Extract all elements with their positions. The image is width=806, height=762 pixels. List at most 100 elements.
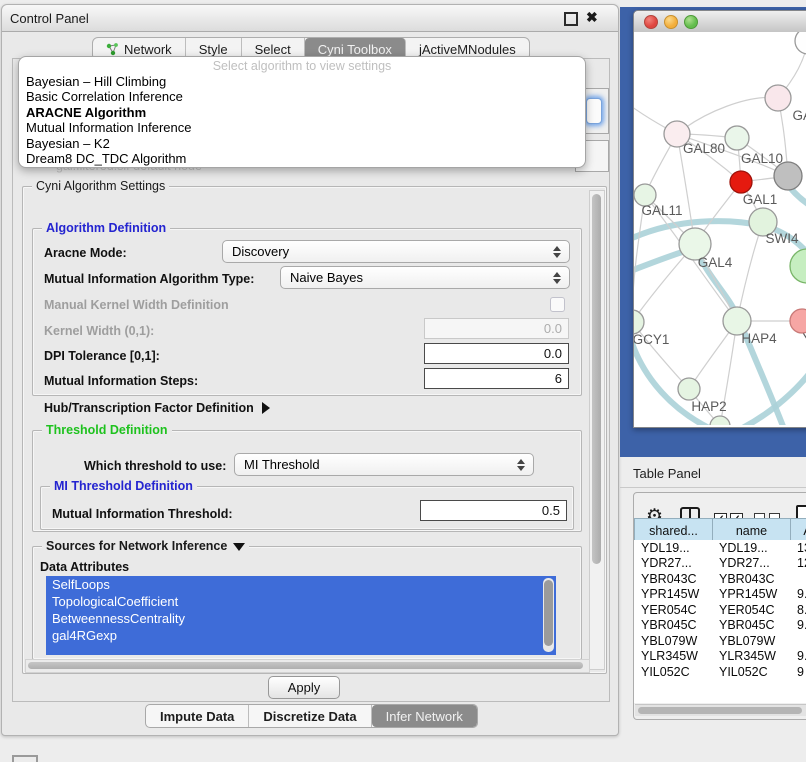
algorithm-definition-title: Algorithm Definition xyxy=(42,221,170,235)
algorithm-option[interactable]: Bayesian – K2 xyxy=(19,136,585,151)
attributes-list-scrollbar[interactable] xyxy=(543,578,554,652)
hub-section-toggle[interactable]: Hub/Transcription Factor Definition xyxy=(44,401,270,415)
settings-scrollbar-thumb[interactable] xyxy=(592,194,601,564)
screen: Control Panel ✖ NetworkStyleSelectCyni T… xyxy=(0,0,806,762)
table-cell: YIL052C xyxy=(634,664,712,680)
network-node[interactable] xyxy=(790,249,806,283)
tab-label: jActiveMNodules xyxy=(419,42,516,57)
table-cell: 9 xyxy=(790,664,806,680)
tab-label: Select xyxy=(255,42,291,57)
table-row[interactable]: YDR27...YDR27...12 xyxy=(634,556,806,572)
panel-divider xyxy=(620,487,806,488)
network-node-label: SWI4 xyxy=(765,231,798,246)
algorithm-option[interactable]: ARACNE Algorithm xyxy=(19,105,585,120)
node-table-body: YDL19...YDL19...13YDR27...YDR27...12YBR0… xyxy=(634,540,806,703)
dpi-tolerance-field[interactable]: 0.0 xyxy=(424,343,569,364)
kernel-width-field[interactable]: 0.0 xyxy=(424,318,569,339)
table-cell: YLR345W xyxy=(712,649,790,665)
settings-hscrollbar-thumb[interactable] xyxy=(28,662,583,669)
table-row[interactable]: YLR345WYLR345W9. xyxy=(634,649,806,665)
table-cell xyxy=(790,633,806,649)
table-panel-title: Table Panel xyxy=(633,466,701,481)
network-icon xyxy=(106,43,119,56)
focused-combo-button[interactable] xyxy=(586,98,602,124)
network-node-label: GAL80 xyxy=(683,141,725,156)
table-hscrollbar-thumb[interactable] xyxy=(638,707,802,714)
network-edge[interactable] xyxy=(677,97,778,134)
tab-impute-data[interactable]: Impute Data xyxy=(146,705,249,727)
tab-infer-network[interactable]: Infer Network xyxy=(372,705,477,727)
table-cell: YLR345W xyxy=(634,649,712,665)
data-attributes-list: SelfLoopsTopologicalCoefficientBetweenne… xyxy=(46,576,556,655)
combo-arrows-icon xyxy=(549,272,569,284)
table-row[interactable]: YPR145WYPR145W9. xyxy=(634,587,806,603)
close-icon[interactable]: ✖ xyxy=(586,9,598,26)
network-node-gal[interactable] xyxy=(765,85,791,111)
table-row[interactable]: YIL052CYIL052C9 xyxy=(634,664,806,680)
sources-group-toggle[interactable]: Sources for Network Inference xyxy=(42,539,249,553)
tab-label: Network xyxy=(124,42,172,57)
attribute-list-item[interactable]: gal4RGexp xyxy=(46,627,556,644)
aracne-mode-combo[interactable]: Discovery xyxy=(222,240,570,263)
network-canvas[interactable]: GALGAL80GAL10GAL1GAL11SWI4GAL4GCY1HAP4YH… xyxy=(634,32,806,425)
algorithm-option[interactable]: Bayesian – Hill Climbing xyxy=(19,74,585,89)
window-title: Control Panel xyxy=(10,11,89,26)
mi-type-combo[interactable]: Naive Bayes xyxy=(280,266,570,289)
network-node-y[interactable] xyxy=(790,309,806,333)
algorithm-option[interactable]: Basic Correlation Inference xyxy=(19,89,585,104)
table-cell: 9. xyxy=(790,649,806,665)
table-cell: YDR27... xyxy=(634,556,712,572)
table-row[interactable]: YBL079WYBL079W xyxy=(634,633,806,649)
attribute-list-item[interactable]: BetweennessCentrality xyxy=(46,610,556,627)
table-cell: 9. xyxy=(790,618,806,634)
corner-widget[interactable] xyxy=(12,755,38,762)
attribute-list-item[interactable]: TopologicalCoefficient xyxy=(46,593,556,610)
mi-steps-field[interactable]: 6 xyxy=(424,368,569,389)
table-cell: YDL19... xyxy=(634,540,712,556)
table-row[interactable]: YDL19...YDL19...13 xyxy=(634,540,806,556)
table-cell: YER054C xyxy=(634,602,712,618)
table-cell: YBR045C xyxy=(634,618,712,634)
table-cell: YER054C xyxy=(712,602,790,618)
mi-threshold-field[interactable]: 0.5 xyxy=(420,500,567,521)
zoom-traffic-light-icon[interactable] xyxy=(684,15,698,29)
table-cell: YPR145W xyxy=(712,587,790,603)
float-window-icon[interactable] xyxy=(564,12,578,26)
kernel-width-label: Kernel Width (0,1): xyxy=(44,324,154,338)
network-window-titlebar xyxy=(634,11,806,33)
settings-scrollbar[interactable] xyxy=(589,190,605,670)
algorithm-option[interactable]: Mutual Information Inference xyxy=(19,120,585,135)
attribute-list-item-partial[interactable] xyxy=(46,644,556,655)
mi-type-value: Naive Bayes xyxy=(281,270,549,285)
network-node-gal1[interactable] xyxy=(730,171,752,193)
apply-button[interactable]: Apply xyxy=(268,676,340,699)
table-hscrollbar[interactable] xyxy=(635,704,806,716)
network-node[interactable] xyxy=(795,32,806,54)
attributes-list-scrollbar-thumb[interactable] xyxy=(544,580,553,646)
network-node-gcy1[interactable] xyxy=(634,310,644,334)
table-row[interactable]: YER054CYER054C8. xyxy=(634,602,806,618)
aracne-mode-value: Discovery xyxy=(223,244,549,259)
manual-kernel-checkbox[interactable] xyxy=(550,297,565,312)
combo-arrows-icon xyxy=(513,459,533,471)
network-node-gal10[interactable] xyxy=(725,126,749,150)
network-edge[interactable] xyxy=(737,222,763,321)
which-threshold-combo[interactable]: MI Threshold xyxy=(234,453,534,476)
close-traffic-light-icon[interactable] xyxy=(644,15,658,29)
network-node-label: HAP4 xyxy=(741,331,777,346)
manual-kernel-label: Manual Kernel Width Definition xyxy=(44,298,229,312)
minimize-traffic-light-icon[interactable] xyxy=(664,15,678,29)
table-row[interactable]: YBR043CYBR043C xyxy=(634,571,806,587)
network-node-label: GAL xyxy=(792,108,806,123)
tab-label: Cyni Toolbox xyxy=(318,42,392,57)
dpi-tolerance-label: DPI Tolerance [0,1]: xyxy=(44,349,160,363)
network-node[interactable] xyxy=(774,162,802,190)
tab-discretize-data[interactable]: Discretize Data xyxy=(249,705,371,727)
network-node-hap2[interactable] xyxy=(678,378,700,400)
mi-steps-label: Mutual Information Steps: xyxy=(44,374,198,388)
table-row[interactable]: YBR045CYBR045C9. xyxy=(634,618,806,634)
attribute-list-item[interactable]: SelfLoops xyxy=(46,576,556,593)
settings-hscrollbar[interactable] xyxy=(25,659,590,673)
algorithm-option[interactable]: Dream8 DC_TDC Algorithm xyxy=(19,151,585,166)
network-node-label: GAL10 xyxy=(741,151,783,166)
